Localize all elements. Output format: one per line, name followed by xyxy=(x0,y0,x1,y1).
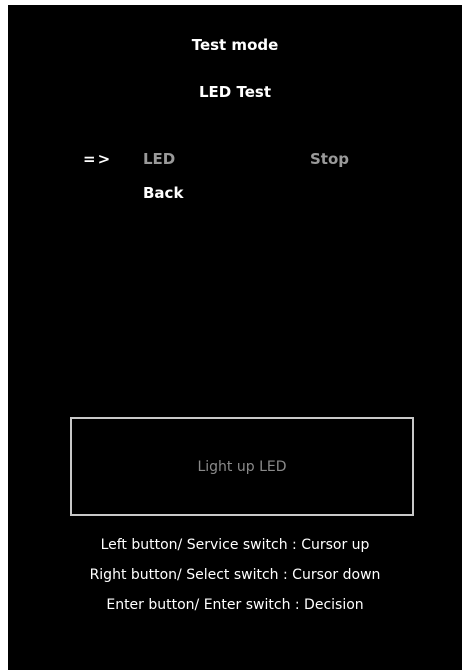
menu-item-led[interactable]: LED xyxy=(143,150,175,168)
led-indicator-panel: Light up LED xyxy=(70,417,414,516)
menu-item-led-state[interactable]: Stop xyxy=(310,150,349,168)
menu-cursor-arrow: => xyxy=(83,150,113,168)
led-panel-label: Light up LED xyxy=(197,458,287,475)
test-mode-screen: Test mode LED Test => LED Stop Back Ligh… xyxy=(8,5,462,670)
screen-title: Test mode xyxy=(191,36,279,54)
help-line-cursor-up: Left button/ Service switch : Cursor up xyxy=(100,537,370,553)
screen-subtitle: LED Test xyxy=(199,83,271,101)
menu-item-back[interactable]: Back xyxy=(143,184,183,202)
help-line-decision: Enter button/ Enter switch : Decision xyxy=(106,597,364,613)
help-line-cursor-down: Right button/ Select switch : Cursor dow… xyxy=(89,567,381,583)
